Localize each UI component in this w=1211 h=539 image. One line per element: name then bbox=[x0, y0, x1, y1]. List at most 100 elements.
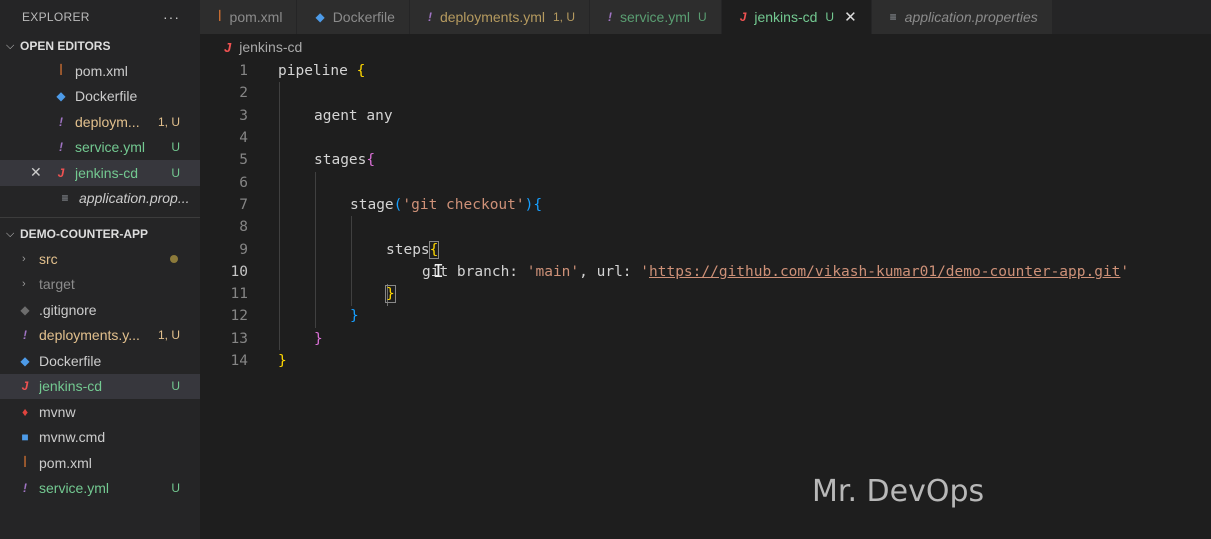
file-deployments[interactable]: ! deployments.y... 1, U bbox=[0, 323, 200, 349]
url-link[interactable]: https://github.com/vikash-kumar01/demo-c… bbox=[649, 264, 1120, 280]
code-text: } bbox=[278, 353, 287, 369]
tree-item-label: target bbox=[39, 276, 75, 293]
xml-file-icon: ꟾ bbox=[59, 63, 63, 78]
code-line[interactable]: 12 } bbox=[200, 305, 1211, 327]
folder-src[interactable]: › src bbox=[0, 246, 200, 272]
tree-item-label: .gitignore bbox=[39, 301, 97, 318]
file-pom[interactable]: ꟾ pom.xml bbox=[0, 450, 200, 476]
jenkins-file-icon: J bbox=[739, 10, 747, 24]
code-line[interactable]: 4 bbox=[200, 127, 1211, 149]
code-text: steps{ bbox=[386, 240, 440, 259]
yaml-file-icon: ! bbox=[23, 481, 27, 496]
section-divider bbox=[0, 217, 200, 218]
code-text: } bbox=[385, 285, 396, 304]
tab-service[interactable]: ! service.yml U bbox=[590, 0, 722, 34]
code-line[interactable]: 7 stage('git checkout'){ bbox=[200, 194, 1211, 216]
project-label: DEMO-COUNTER-APP bbox=[20, 227, 148, 241]
git-status-badge: U bbox=[171, 140, 180, 155]
code-text: stages{ bbox=[314, 152, 376, 169]
windows-cmd-icon: ■ bbox=[21, 430, 29, 445]
code-line[interactable]: 3 agent any bbox=[200, 105, 1211, 127]
open-editor-label: Dockerfile bbox=[75, 88, 138, 105]
vscode-window: EXPLORER ··· ⌵ OPEN EDITORS ꟾ pom.xml ◆ … bbox=[0, 0, 1211, 539]
code-area[interactable]: 1 pipeline { 2 3 agent any 4 5 stages{ 6… bbox=[200, 60, 1211, 372]
code-line[interactable]: 13 } bbox=[200, 328, 1211, 350]
code-line[interactable]: 5 stages{ bbox=[200, 149, 1211, 171]
line-number: 14 bbox=[230, 353, 248, 369]
file-jenkins-cd[interactable]: J jenkins-cd U bbox=[0, 373, 200, 399]
folder-target[interactable]: › target bbox=[0, 272, 200, 298]
open-editor-label: application.prop... bbox=[79, 190, 190, 207]
code-line[interactable]: 10 git branch: 'main', url: 'https://git… bbox=[200, 261, 1211, 283]
git-status-badge: 1, U bbox=[552, 10, 575, 24]
file-mvnw-cmd[interactable]: ■ mvnw.cmd bbox=[0, 425, 200, 451]
project-section[interactable]: ⌵ DEMO-COUNTER-APP bbox=[0, 222, 200, 246]
more-actions-icon[interactable]: ··· bbox=[163, 9, 180, 25]
chevron-right-icon: › bbox=[22, 252, 26, 265]
explorer-title: EXPLORER bbox=[22, 10, 90, 24]
file-dockerfile[interactable]: ◆ Dockerfile bbox=[0, 348, 200, 374]
code-line[interactable]: 6 bbox=[200, 171, 1211, 193]
editor-tab-bar: ꟾ pom.xml ◆ Dockerfile ! deployments.yml… bbox=[200, 0, 1211, 34]
git-status-badge: U bbox=[825, 10, 835, 24]
breadcrumb-file[interactable]: jenkins-cd bbox=[239, 39, 302, 55]
code-line[interactable]: 14 } bbox=[200, 350, 1211, 372]
yaml-file-icon: ! bbox=[427, 10, 432, 24]
properties-file-icon: ≡ bbox=[889, 10, 897, 24]
code-line[interactable]: 8 bbox=[200, 216, 1211, 238]
yaml-file-icon: ! bbox=[59, 114, 63, 129]
chevron-down-icon: ⌵ bbox=[6, 39, 15, 52]
file-gitignore[interactable]: ◆ .gitignore bbox=[0, 297, 200, 323]
git-status-badge: U bbox=[171, 379, 180, 394]
text-cursor-icon: I bbox=[433, 260, 444, 282]
code-line[interactable]: 11 } bbox=[200, 283, 1211, 305]
tree-item-label: pom.xml bbox=[39, 454, 92, 471]
tab-dockerfile[interactable]: ◆ Dockerfile bbox=[297, 0, 410, 34]
close-tab-icon[interactable]: ✕ bbox=[844, 8, 857, 26]
file-service[interactable]: ! service.yml U bbox=[0, 476, 200, 502]
git-file-icon: ◆ bbox=[20, 302, 30, 317]
git-status-badge: 1, U bbox=[157, 114, 180, 129]
code-line[interactable]: 2 bbox=[200, 82, 1211, 104]
explorer-header: EXPLORER ··· bbox=[0, 0, 200, 34]
line-number: 4 bbox=[239, 130, 248, 147]
tab-jenkins-cd[interactable]: J jenkins-cd U ✕ bbox=[721, 0, 872, 34]
code-line[interactable]: 1 pipeline { bbox=[200, 60, 1211, 82]
close-icon[interactable]: ✕ bbox=[30, 164, 46, 181]
line-number: 13 bbox=[230, 330, 248, 347]
open-editor-service[interactable]: ! service.yml U bbox=[0, 135, 200, 161]
code-line[interactable]: 9 steps{ bbox=[200, 238, 1211, 260]
open-editor-dockerfile[interactable]: ◆ Dockerfile bbox=[0, 84, 200, 110]
jenkins-file-icon: J bbox=[224, 39, 232, 55]
line-number: 5 bbox=[239, 152, 248, 169]
tree-item-label: Dockerfile bbox=[39, 352, 102, 369]
breadcrumb[interactable]: J jenkins-cd bbox=[200, 34, 1211, 60]
open-editor-application-properties[interactable]: ≡ application.prop... bbox=[0, 186, 200, 212]
git-status-badge: U bbox=[171, 165, 180, 180]
open-editor-pom[interactable]: ꟾ pom.xml bbox=[0, 58, 200, 84]
line-number: 6 bbox=[239, 174, 248, 191]
modified-dot-icon bbox=[170, 254, 178, 263]
yaml-file-icon: ! bbox=[23, 328, 27, 343]
git-status-badge: U bbox=[171, 481, 180, 496]
open-editor-jenkins-cd[interactable]: ✕ J jenkins-cd U bbox=[0, 160, 200, 186]
xml-file-icon: ꟾ bbox=[23, 455, 27, 470]
jenkins-file-icon: J bbox=[21, 379, 29, 394]
line-number: 9 bbox=[239, 241, 248, 258]
tree-item-label: service.yml bbox=[39, 480, 110, 497]
tab-label: application.properties bbox=[904, 9, 1038, 25]
tab-application-properties[interactable]: ≡ application.properties bbox=[871, 0, 1053, 34]
tab-label: jenkins-cd bbox=[754, 9, 818, 25]
chevron-down-icon: ⌵ bbox=[6, 227, 15, 240]
tab-label: Dockerfile bbox=[332, 9, 395, 25]
file-mvnw[interactable]: ♦ mvnw bbox=[0, 399, 200, 425]
open-editor-deployments[interactable]: ! deploym... 1, U bbox=[0, 109, 200, 135]
tab-pom[interactable]: ꟾ pom.xml bbox=[200, 0, 298, 34]
tab-deployments[interactable]: ! deployments.yml 1, U bbox=[409, 0, 590, 34]
yaml-file-icon: ! bbox=[608, 10, 612, 24]
open-editor-label: pom.xml bbox=[75, 62, 128, 79]
code-editor[interactable]: J jenkins-cd 1 pipeline { 2 3 agent any … bbox=[200, 34, 1211, 539]
jenkins-file-icon: J bbox=[57, 165, 65, 180]
line-number: 2 bbox=[239, 85, 248, 102]
open-editors-section[interactable]: ⌵ OPEN EDITORS bbox=[0, 34, 200, 58]
